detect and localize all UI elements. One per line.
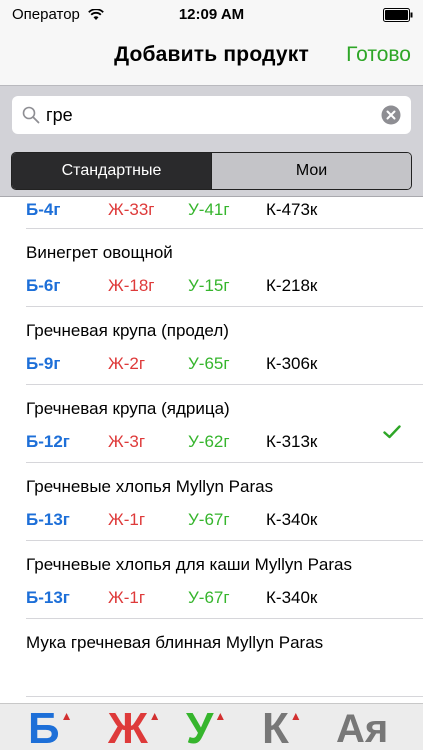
sort-arrow-icon: ▲ xyxy=(289,709,302,723)
navigation-bar: Добавить продукт Готово xyxy=(0,30,423,85)
product-name: Гречневые хлопья Myllyn Paras xyxy=(26,477,274,496)
sort-carbs-label: У xyxy=(186,704,214,750)
product-list[interactable]: Б-4г Ж-33г У-41г К-473к Винегрет овощной… xyxy=(0,197,423,703)
sort-alphabetical-button[interactable]: Ая xyxy=(336,704,388,750)
product-row[interactable]: Винегрет овощной Б-6г Ж-18г У-15г К-218к xyxy=(26,229,423,307)
fat-value: Ж-18г xyxy=(108,276,155,295)
done-button[interactable]: Готово xyxy=(346,43,411,67)
protein-value: Б-13г xyxy=(26,588,70,607)
protein-value: Б-12г xyxy=(26,432,70,451)
sort-arrow-icon: ▲ xyxy=(60,709,73,723)
calories-value: К-306к xyxy=(266,354,318,373)
product-name: Гречневая крупа (продел) xyxy=(26,321,229,340)
search-area xyxy=(0,85,423,145)
product-name: Гречневые хлопья для каши Myllyn Paras xyxy=(26,555,352,574)
search-icon xyxy=(22,106,40,124)
sort-arrow-icon: ▲ xyxy=(148,709,161,723)
product-row[interactable]: Гречневая крупа (продел) Б-9г Ж-2г У-65г… xyxy=(26,307,423,385)
checkmark-icon xyxy=(383,425,401,439)
carbs-value: У-65г xyxy=(188,354,230,373)
sort-by-protein-button[interactable]: Б▲ xyxy=(28,704,73,750)
battery-icon xyxy=(383,8,413,22)
calories-value: К-340к xyxy=(266,510,318,529)
sort-bar: Б▲ Ж▲ У▲ К▲ Ая xyxy=(0,703,423,750)
product-source-segmented-control: Стандартные Мои xyxy=(11,152,412,190)
product-name: Винегрет овощной xyxy=(26,243,173,262)
carbs-value: У-41г xyxy=(188,200,230,219)
search-box[interactable] xyxy=(12,96,411,134)
fat-value: Ж-1г xyxy=(108,588,146,607)
fat-value: Ж-33г xyxy=(108,200,155,219)
sort-by-carbs-button[interactable]: У▲ xyxy=(186,704,226,750)
carbs-value: У-67г xyxy=(188,510,230,529)
product-macros: Б-13г Ж-1г У-67г К-340к xyxy=(26,588,356,608)
status-time: 12:09 AM xyxy=(178,6,245,23)
sort-calories-label: К xyxy=(262,704,289,750)
sort-arrow-icon: ▲ xyxy=(214,709,227,723)
product-row-selected[interactable]: Гречневая крупа (ядрица) Б-12г Ж-3г У-62… xyxy=(26,385,423,463)
sort-protein-label: Б xyxy=(28,704,60,750)
sort-fat-label: Ж xyxy=(108,704,148,750)
protein-value: Б-13г xyxy=(26,510,70,529)
calories-value: К-340к xyxy=(266,588,318,607)
product-macros: Б-4г Ж-33г У-41г К-473к xyxy=(26,200,356,220)
carbs-value: У-15г xyxy=(188,276,230,295)
calories-value: К-313к xyxy=(266,432,318,451)
product-macros: Б-6г Ж-18г У-15г К-218к xyxy=(26,276,356,296)
tab-standard[interactable]: Стандартные xyxy=(12,153,211,189)
product-name: Гречневая крупа (ядрица) xyxy=(26,399,230,418)
segment-area: Стандартные Мои xyxy=(0,145,423,197)
product-macros: Б-9г Ж-2г У-65г К-306к xyxy=(26,354,356,374)
sort-by-calories-button[interactable]: К▲ xyxy=(262,704,302,750)
product-row[interactable]: Мука гречневая блинная Myllyn Paras xyxy=(26,619,423,697)
carbs-value: У-67г xyxy=(188,588,230,607)
carbs-value: У-62г xyxy=(188,432,230,451)
search-input[interactable] xyxy=(46,100,366,130)
protein-value: Б-6г xyxy=(26,276,61,295)
calories-value: К-473к xyxy=(266,200,318,219)
fat-value: Ж-1г xyxy=(108,510,146,529)
protein-value: Б-9г xyxy=(26,354,61,373)
fat-value: Ж-3г xyxy=(108,432,146,451)
product-row[interactable]: Гречневые хлопья Myllyn Paras Б-13г Ж-1г… xyxy=(26,463,423,541)
product-row[interactable]: Б-4г Ж-33г У-41г К-473к xyxy=(26,197,423,229)
sort-by-fat-button[interactable]: Ж▲ xyxy=(108,704,161,750)
product-macros: Б-12г Ж-3г У-62г К-313к xyxy=(26,432,356,452)
product-macros: Б-13г Ж-1г У-67г К-340к xyxy=(26,510,356,530)
clear-search-icon[interactable] xyxy=(381,105,401,125)
product-name: Мука гречневая блинная Myllyn Paras xyxy=(26,633,324,652)
calories-value: К-218к xyxy=(266,276,318,295)
status-bar: Оператор 12:09 AM xyxy=(0,0,423,30)
protein-value: Б-4г xyxy=(26,200,61,219)
product-row[interactable]: Гречневые хлопья для каши Myllyn Paras Б… xyxy=(26,541,423,619)
tab-mine[interactable]: Мои xyxy=(211,153,411,189)
fat-value: Ж-2г xyxy=(108,354,146,373)
